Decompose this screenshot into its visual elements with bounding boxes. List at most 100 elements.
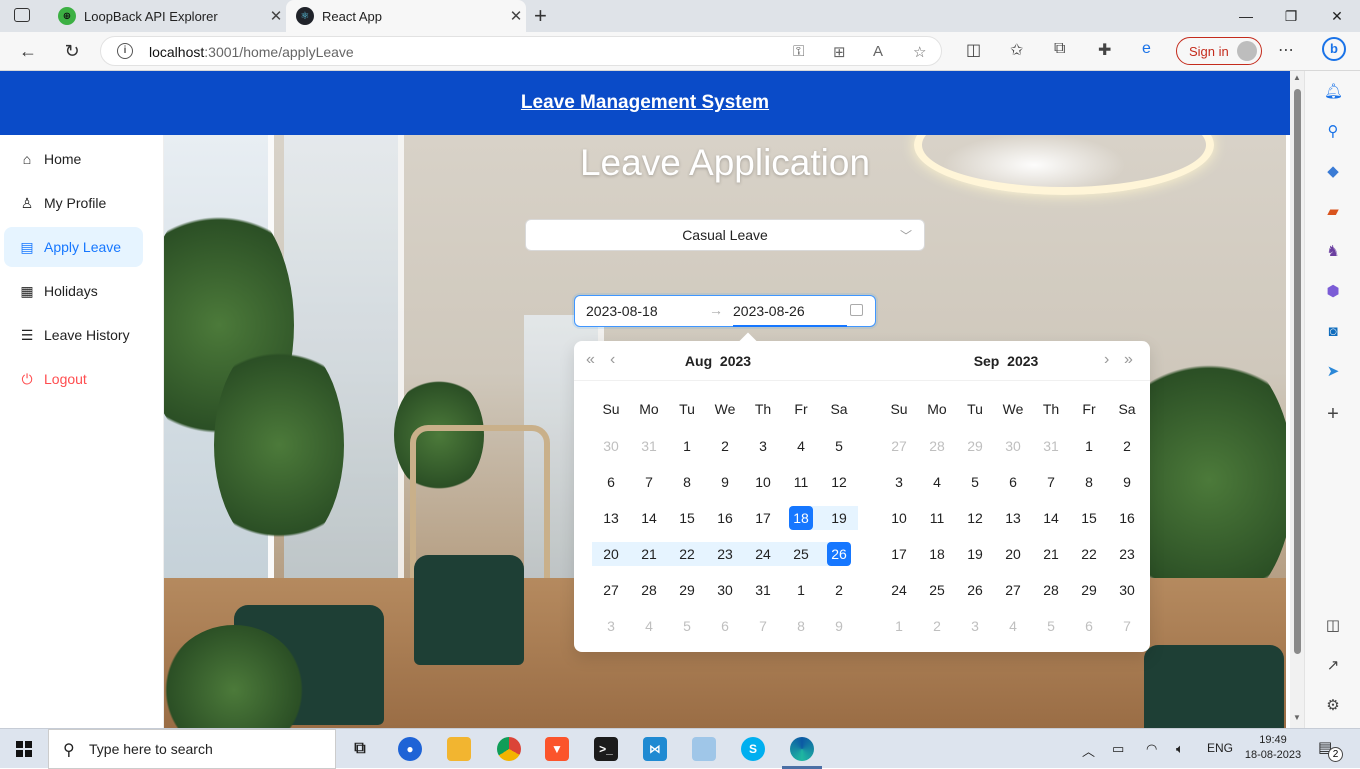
calendar-day[interactable]: 14 <box>1032 506 1070 530</box>
skype-icon[interactable]: S <box>741 737 765 761</box>
outlook-icon[interactable]: ◙ <box>1324 323 1342 341</box>
calendar-day[interactable]: 20 <box>592 542 630 566</box>
microsoft-365-icon[interactable]: ⬢ <box>1324 283 1342 301</box>
calendar-day[interactable]: 25 <box>782 542 820 566</box>
calendar-day[interactable]: 2 <box>1108 434 1146 458</box>
calendar-day[interactable]: 1 <box>782 578 820 602</box>
restore-button[interactable]: ❐ <box>1268 0 1314 32</box>
calendar-day[interactable]: 2 <box>820 578 858 602</box>
calendar-day-outside[interactable]: 31 <box>630 434 668 458</box>
sidebar-layout-icon[interactable]: ◫ <box>1324 617 1342 635</box>
calendar-day[interactable]: 5 <box>956 470 994 494</box>
calendar-day[interactable]: 30 <box>1108 578 1146 602</box>
calendar-day-outside[interactable]: 3 <box>956 614 994 638</box>
calendar-day[interactable]: 1 <box>668 434 706 458</box>
calendar-day-outside[interactable]: 31 <box>1032 434 1070 458</box>
calendar-day[interactable]: 1 <box>1070 434 1108 458</box>
menu-item-apply-leave[interactable]: ▤ Apply Leave <box>4 227 143 267</box>
calendar-day-outside[interactable]: 6 <box>1070 614 1108 638</box>
calendar-day[interactable]: 21 <box>630 542 668 566</box>
calendar-day-outside[interactable]: 27 <box>880 434 918 458</box>
calendar-day[interactable]: 19 <box>820 506 858 530</box>
calendar-day[interactable]: 5 <box>820 434 858 458</box>
calendar-day-outside[interactable]: 4 <box>630 614 668 638</box>
brave-icon[interactable]: ▼ <box>545 737 569 761</box>
extensions-icon[interactable]: ✚ <box>1098 40 1111 60</box>
calendar-day[interactable]: 16 <box>1108 506 1146 530</box>
favorite-star-icon[interactable]: ☆ <box>913 43 926 61</box>
show-hidden-icons-icon[interactable]: ︿ <box>1082 741 1095 760</box>
calendar-day[interactable]: 7 <box>1032 470 1070 494</box>
menu-item-home[interactable]: ⌂ Home <box>4 139 143 179</box>
calendar-day-outside[interactable]: 9 <box>820 614 858 638</box>
maps-icon[interactable]: ● <box>398 737 422 761</box>
favorites-icon[interactable]: ✩ <box>1010 40 1023 60</box>
sign-in-button[interactable]: Sign in <box>1176 37 1262 65</box>
calendar-day[interactable]: 25 <box>918 578 956 602</box>
calendar-day[interactable]: 14 <box>630 506 668 530</box>
calendar-day[interactable]: 13 <box>994 506 1032 530</box>
task-view-icon[interactable]: ⧉ <box>348 737 372 761</box>
site-info-icon[interactable]: i <box>117 43 133 59</box>
scrollbar-thumb[interactable] <box>1294 89 1301 654</box>
calendar-day[interactable]: 21 <box>1032 542 1070 566</box>
shopping-tag-icon[interactable]: ◆ <box>1324 163 1342 181</box>
calendar-day-outside[interactable]: 5 <box>668 614 706 638</box>
calendar-day[interactable]: 23 <box>1108 542 1146 566</box>
file-explorer-icon[interactable] <box>447 737 471 761</box>
back-button[interactable]: ← <box>13 37 43 65</box>
refresh-button[interactable]: ↻ <box>57 37 87 65</box>
start-button[interactable] <box>0 729 48 769</box>
calendar-day[interactable]: 4 <box>782 434 820 458</box>
page-scrollbar[interactable]: ▲ ▼ <box>1290 71 1304 728</box>
volume-icon[interactable]: 🔈︎ <box>1176 741 1184 757</box>
calendar-day[interactable]: 29 <box>668 578 706 602</box>
app-available-icon[interactable]: ⊞ <box>833 43 846 61</box>
calendar-day[interactable]: 24 <box>880 578 918 602</box>
calendar-day-outside[interactable]: 7 <box>1108 614 1146 638</box>
menu-item-my-profile[interactable]: ♙ My Profile <box>4 183 143 223</box>
external-link-icon[interactable]: ↗ <box>1324 657 1342 675</box>
collections-icon[interactable]: ⧉ <box>1054 40 1065 58</box>
calendar-day[interactable]: 16 <box>706 506 744 530</box>
next-year-icon[interactable]: » <box>1124 351 1133 369</box>
calendar-day[interactable]: 19 <box>956 542 994 566</box>
calendar-day[interactable]: 2 <box>706 434 744 458</box>
add-icon[interactable]: + <box>1324 404 1342 424</box>
calendar-day[interactable]: 26 <box>820 542 858 566</box>
calendar-day[interactable]: 17 <box>744 506 782 530</box>
calendar-day[interactable]: 9 <box>1108 470 1146 494</box>
language-indicator[interactable]: ENG <box>1207 741 1233 755</box>
calendar-day[interactable]: 27 <box>994 578 1032 602</box>
tab-actions-icon[interactable] <box>14 8 30 22</box>
tab-loopback[interactable]: ⊕ LoopBack API Explorer ✕ <box>48 0 286 32</box>
calendar-day[interactable]: 29 <box>1070 578 1108 602</box>
calendar-day[interactable]: 4 <box>918 470 956 494</box>
calendar-day[interactable]: 31 <box>744 578 782 602</box>
settings-icon[interactable]: ⚙ <box>1324 697 1342 715</box>
key-icon[interactable]: ⚿ <box>793 43 804 60</box>
calendar-day[interactable]: 23 <box>706 542 744 566</box>
calendar-day[interactable]: 28 <box>630 578 668 602</box>
notepad-icon[interactable] <box>692 737 716 761</box>
calendar-day-outside[interactable]: 7 <box>744 614 782 638</box>
vscode-icon[interactable]: ⋈ <box>643 737 667 761</box>
calendar-day[interactable]: 22 <box>1070 542 1108 566</box>
calendar-day[interactable]: 30 <box>706 578 744 602</box>
calendar-day[interactable]: 28 <box>1032 578 1070 602</box>
address-bar[interactable]: i localhost:3001/home/applyLeave ⚿ ⊞ A ☆ <box>100 36 942 66</box>
calendar-day[interactable]: 15 <box>668 506 706 530</box>
clock[interactable]: 19:49 18-08-2023 <box>1240 733 1306 763</box>
send-icon[interactable]: ➤ <box>1324 363 1342 381</box>
calendar-day-outside[interactable]: 30 <box>592 434 630 458</box>
calendar-day-outside[interactable]: 2 <box>918 614 956 638</box>
calendar-day[interactable]: 11 <box>918 506 956 530</box>
edge-icon[interactable]: e <box>1142 40 1151 58</box>
calendar-day-outside[interactable]: 3 <box>592 614 630 638</box>
start-date-input[interactable]: 2023-08-18 <box>586 303 658 319</box>
calendar-day[interactable]: 15 <box>1070 506 1108 530</box>
minimize-button[interactable]: — <box>1223 0 1269 32</box>
close-tab-icon[interactable]: ✕ <box>266 7 286 25</box>
left-month-label[interactable]: Aug <box>685 353 712 369</box>
calendar-day[interactable]: 9 <box>706 470 744 494</box>
